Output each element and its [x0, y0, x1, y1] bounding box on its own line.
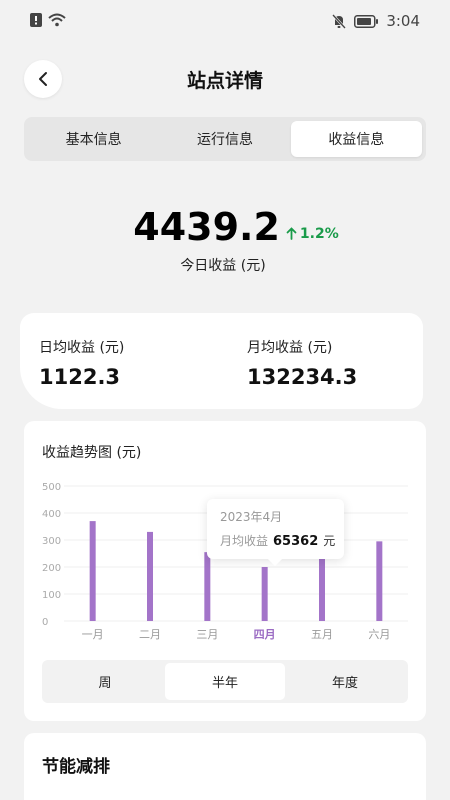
x-tick-label: 二月: [139, 628, 161, 641]
y-tick-label: 100: [42, 590, 61, 601]
revenue-trend-card: 收益趋势图 (元) 0 100 200 300 400 500 一月 二月 三月 四月 五月 六月 2…: [24, 421, 426, 721]
bar: [147, 531, 153, 621]
x-tick-label: 五月: [311, 628, 333, 641]
stat-label: 月均收益 (元): [247, 340, 333, 356]
page-title: 站点详情: [186, 70, 263, 92]
hero-row: 4439.2 1.2%: [0, 205, 450, 249]
bar: [204, 552, 211, 621]
bar: [376, 541, 383, 621]
range-tabs: 周 半年 年度: [42, 660, 408, 703]
x-tick-label: 四月: [254, 628, 276, 641]
x-tick-label: 一月: [82, 628, 104, 641]
daily-avg-stat: 日均收益 (元) 1122.3: [20, 313, 215, 409]
alert-icon: [30, 13, 42, 27]
status-bar: 3:04: [0, 0, 450, 40]
today-revenue-value: 4439.2: [133, 205, 280, 249]
status-left: [30, 13, 66, 27]
tab-basic-info[interactable]: 基本信息: [28, 121, 159, 157]
arrow-up-icon: [286, 227, 297, 240]
range-tab-year[interactable]: 年度: [285, 663, 405, 700]
y-tick-label: 0: [42, 617, 48, 628]
battery-icon: [354, 14, 379, 28]
status-time: 3:04: [386, 12, 420, 30]
bar: [261, 567, 268, 621]
wifi-icon: [48, 13, 66, 27]
tooltip-unit: 元: [323, 534, 336, 548]
energy-saving-title: 节能减排: [42, 757, 110, 777]
today-revenue: 4439.2 1.2% 今日收益 (元): [0, 205, 450, 275]
tooltip-date: 2023年4月: [220, 510, 283, 524]
tooltip-row: 月均收益 65362 元: [220, 532, 344, 549]
tooltip-value: 65362: [273, 534, 319, 549]
x-tick-label: 三月: [196, 628, 218, 641]
revenue-change-value: 1.2%: [299, 225, 339, 242]
status-right: 3:04: [332, 12, 420, 30]
stat-label: 日均收益 (元): [39, 340, 125, 356]
y-tick-label: 500: [42, 482, 61, 493]
bar: [89, 521, 96, 621]
tab-operation-info[interactable]: 运行信息: [159, 121, 290, 157]
range-tab-week[interactable]: 周: [45, 663, 165, 700]
monthly-avg-stat: 月均收益 (元) 132234.3: [215, 313, 423, 409]
tooltip-label: 月均收益: [220, 534, 269, 548]
stat-value: 1122.3: [39, 365, 121, 389]
bell-off-icon: [332, 13, 347, 29]
energy-saving-card: 节能减排: [24, 733, 426, 800]
y-tick-label: 300: [42, 536, 61, 547]
x-tick-label: 六月: [368, 628, 390, 641]
tab-revenue-info[interactable]: 收益信息: [290, 121, 422, 157]
bar: [319, 556, 325, 621]
stats-card: 日均收益 (元) 1122.3 月均收益 (元) 132234.3: [20, 313, 423, 409]
range-tab-half-year[interactable]: 半年: [165, 663, 285, 700]
today-revenue-label: 今日收益 (元): [180, 258, 266, 274]
stat-value: 132234.3: [247, 365, 358, 389]
chart-tooltip: 2023年4月 月均收益 65362 元: [207, 499, 344, 567]
revenue-change: 1.2%: [286, 226, 339, 242]
y-tick-label: 200: [42, 563, 61, 574]
info-tabs: 基本信息 运行信息 收益信息: [24, 117, 426, 161]
y-tick-label: 400: [42, 509, 61, 520]
